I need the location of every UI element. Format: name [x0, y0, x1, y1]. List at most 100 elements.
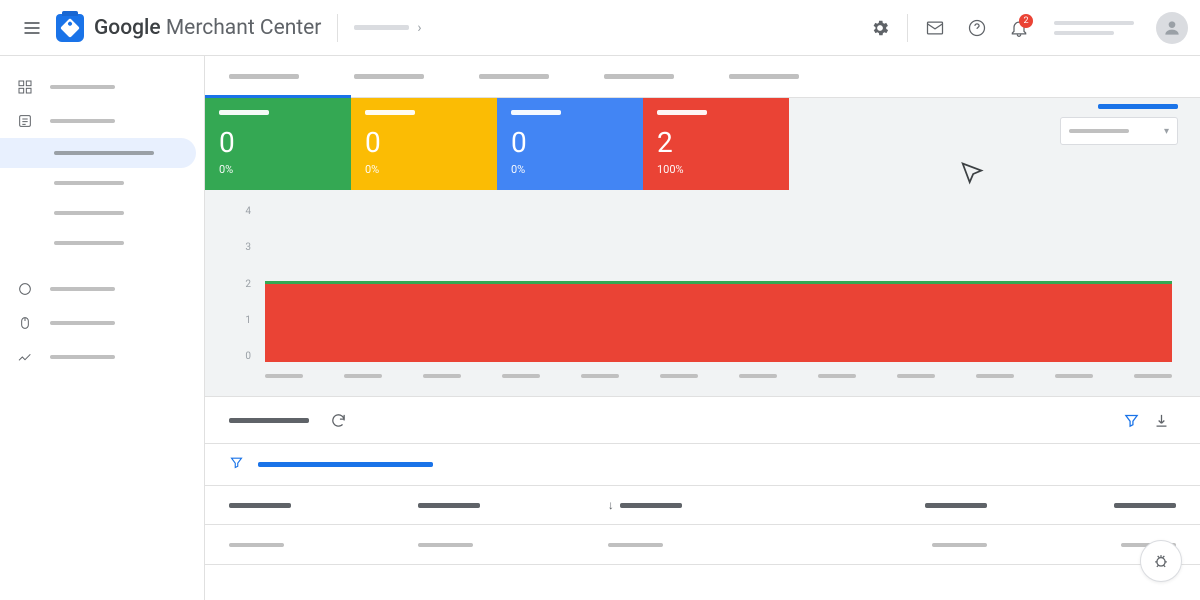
chevron-right-icon: › [417, 20, 421, 36]
cell [418, 543, 473, 547]
account-switcher[interactable] [1054, 21, 1134, 35]
sidebar-item-overview[interactable] [0, 70, 204, 104]
x-tick [660, 374, 698, 378]
divider [337, 14, 338, 42]
tab-2[interactable] [354, 74, 424, 79]
stat-card-expiring[interactable]: 0 0% [497, 98, 643, 190]
tabs [205, 56, 1200, 98]
sidebar-item-shopping[interactable] [0, 306, 204, 340]
sidebar-item-sub-3[interactable] [0, 198, 204, 228]
cell [229, 543, 284, 547]
menu-button[interactable] [12, 8, 52, 48]
sidebar-item-performance[interactable] [0, 272, 204, 306]
app-title: Google Merchant Center [94, 16, 321, 40]
avatar[interactable] [1156, 12, 1188, 44]
card-value: 0 [219, 129, 337, 157]
table-column-2[interactable] [418, 503, 607, 508]
sidebar-label [50, 287, 115, 291]
sidebar-label [50, 321, 115, 325]
x-tick [976, 374, 1014, 378]
refresh-button[interactable] [323, 405, 353, 435]
sidebar-label [54, 181, 124, 185]
sidebar-item-diagnostics[interactable] [0, 138, 196, 168]
cell [932, 543, 987, 547]
y-tick: 2 [233, 279, 251, 290]
x-tick [1055, 374, 1093, 378]
issues-table-section: ↓ [205, 396, 1200, 565]
sidebar-item-growth[interactable] [0, 340, 204, 374]
dropdown-value [1069, 129, 1129, 133]
logo[interactable]: Google Merchant Center [56, 14, 321, 42]
stat-card-pending[interactable]: 0 0% [351, 98, 497, 190]
settings-button[interactable] [861, 9, 899, 47]
stat-card-disapproved[interactable]: 2 100% [643, 98, 789, 190]
chevron-down-icon: ▾ [1164, 126, 1169, 137]
download-button[interactable] [1146, 405, 1176, 435]
destination-picker: ▾ [1060, 104, 1178, 145]
mouse-icon [16, 314, 34, 332]
sidebar-label [50, 119, 115, 123]
stat-card-active[interactable]: 0 0% [205, 98, 351, 190]
destination-dropdown[interactable]: ▾ [1060, 117, 1178, 145]
sidebar-label [54, 211, 124, 215]
sidebar-item-products[interactable] [0, 104, 204, 138]
x-tick [502, 374, 540, 378]
sidebar [0, 56, 205, 600]
main-content: 0 0% 0 0% 0 0% 2 [205, 56, 1200, 600]
feedback-button[interactable] [1140, 540, 1182, 582]
inbox-button[interactable] [916, 9, 954, 47]
chart-series-disapproved [265, 284, 1172, 362]
x-tick [897, 374, 935, 378]
table-toolbar [205, 397, 1200, 443]
card-value: 2 [657, 129, 775, 157]
table-header: ↓ [205, 485, 1200, 525]
toolbar-title [229, 418, 309, 423]
x-tick [581, 374, 619, 378]
breadcrumb-item[interactable] [354, 25, 409, 30]
chart-plot [265, 206, 1172, 362]
table-column-3[interactable]: ↓ [608, 498, 797, 512]
sidebar-label [54, 151, 154, 155]
sidebar-label [50, 355, 115, 359]
breadcrumb[interactable]: › [354, 20, 861, 36]
x-tick [818, 374, 856, 378]
x-tick [739, 374, 777, 378]
y-tick: 4 [233, 206, 251, 217]
tab-1[interactable] [229, 74, 299, 79]
dropdown-label [1098, 104, 1178, 109]
y-axis: 4 3 2 1 0 [233, 206, 251, 362]
x-tick [344, 374, 382, 378]
summary-panel: 0 0% 0 0% 0 0% 2 [205, 98, 1200, 396]
card-value: 0 [365, 129, 483, 157]
sidebar-label [50, 85, 115, 89]
tab-5[interactable] [729, 74, 799, 79]
filter-chip[interactable] [258, 462, 433, 467]
tab-3[interactable] [479, 74, 549, 79]
x-tick [1134, 374, 1172, 378]
card-title [365, 110, 415, 115]
table-column-4[interactable] [797, 503, 986, 508]
y-tick: 3 [233, 242, 251, 253]
x-tick [423, 374, 461, 378]
table-row[interactable] [205, 525, 1200, 565]
logo-icon [56, 14, 84, 42]
sidebar-label [54, 241, 124, 245]
filter-button[interactable] [1116, 405, 1146, 435]
funnel-icon [229, 455, 244, 474]
circle-icon [16, 280, 34, 298]
sidebar-item-sub-2[interactable] [0, 168, 204, 198]
list-icon [16, 112, 34, 130]
help-button[interactable] [958, 9, 996, 47]
app-header: Google Merchant Center › 2 [0, 0, 1200, 56]
filter-bar[interactable] [205, 443, 1200, 485]
notifications-button[interactable]: 2 [1000, 9, 1038, 47]
y-tick: 1 [233, 315, 251, 326]
card-value: 0 [511, 129, 629, 157]
card-percent: 0% [219, 163, 337, 176]
sort-desc-icon: ↓ [608, 498, 614, 512]
sidebar-item-sub-4[interactable] [0, 228, 204, 258]
table-column-1[interactable] [229, 503, 418, 508]
cell [608, 543, 663, 547]
table-column-5[interactable] [987, 503, 1176, 508]
tab-4[interactable] [604, 74, 674, 79]
